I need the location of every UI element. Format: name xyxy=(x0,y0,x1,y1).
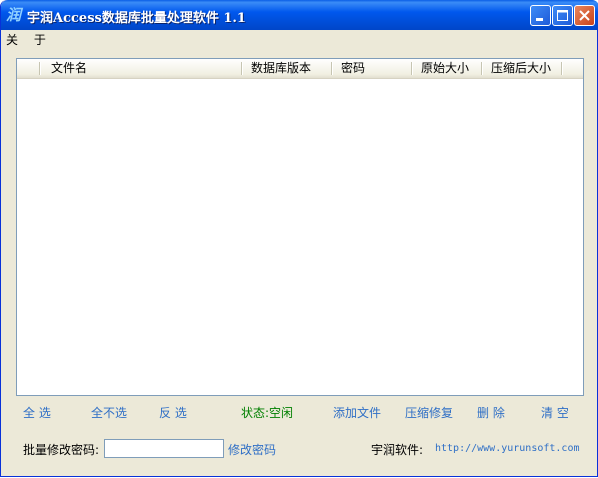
column-separator[interactable] xyxy=(39,62,40,75)
vendor-label: 宇润软件: xyxy=(371,443,424,457)
title-bar[interactable]: 润 宇润Access数据库批量处理软件 1.1 xyxy=(1,0,598,30)
close-button[interactable] xyxy=(574,5,595,26)
status-text: 状态:空闲 xyxy=(241,406,294,420)
maximize-button[interactable] xyxy=(552,5,573,26)
invert-selection-button[interactable]: 反 选 xyxy=(159,404,187,421)
add-files-button[interactable]: 添加文件 xyxy=(333,404,381,421)
minimize-icon xyxy=(536,18,543,21)
app-icon: 润 xyxy=(6,6,22,24)
compact-repair-button[interactable]: 压缩修复 xyxy=(405,404,453,421)
clear-button[interactable]: 清 空 xyxy=(541,404,569,421)
menu-about[interactable]: 关 于 xyxy=(6,31,52,48)
column-filename[interactable]: 文件名 xyxy=(41,59,241,78)
delete-button[interactable]: 删 除 xyxy=(477,404,505,421)
file-list-header: 文件名 数据库版本 密码 原始大小 压缩后大小 xyxy=(17,59,583,79)
batch-password-label: 批量修改密码: xyxy=(23,443,100,457)
menu-bar: 关 于 xyxy=(1,30,597,48)
batch-password-input[interactable] xyxy=(104,439,224,458)
vendor-url-link[interactable]: http://www.yurunsoft.com xyxy=(435,443,580,454)
file-list[interactable]: 文件名 数据库版本 密码 原始大小 压缩后大小 xyxy=(16,58,584,396)
maximize-icon xyxy=(557,10,568,21)
select-all-button[interactable]: 全 选 xyxy=(23,404,51,421)
column-compressed-size[interactable]: 压缩后大小 xyxy=(481,59,561,78)
app-window: 润 宇润Access数据库批量处理软件 1.1 关 于 文件名 数据库版本 密码… xyxy=(0,0,598,477)
change-password-button[interactable]: 修改密码 xyxy=(228,441,276,458)
column-separator[interactable] xyxy=(561,62,562,75)
window-title: 宇润Access数据库批量处理软件 1.1 xyxy=(27,11,246,26)
minimize-button[interactable] xyxy=(530,5,551,26)
column-original-size[interactable]: 原始大小 xyxy=(411,59,481,78)
close-icon xyxy=(579,10,590,21)
select-none-button[interactable]: 全不选 xyxy=(91,404,127,421)
column-db-version[interactable]: 数据库版本 xyxy=(241,59,331,78)
column-password[interactable]: 密码 xyxy=(331,59,411,78)
